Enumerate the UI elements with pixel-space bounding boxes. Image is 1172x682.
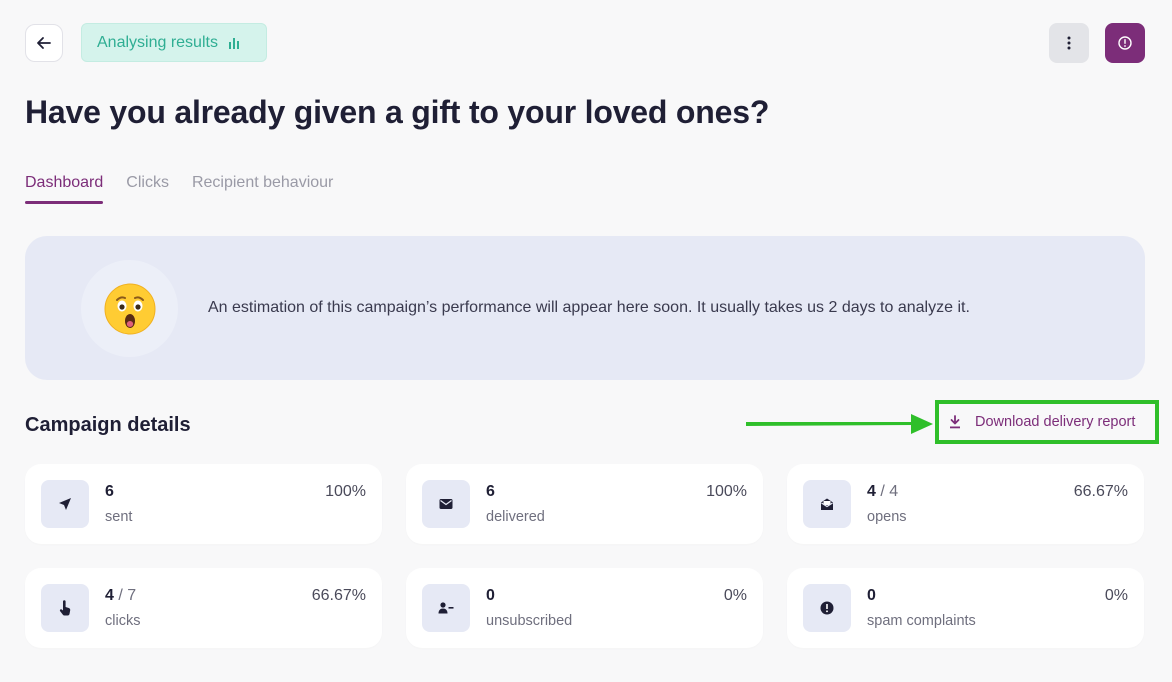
stat-value: 0 xyxy=(486,587,495,604)
open-envelope-icon xyxy=(821,498,833,510)
estimate-message: An estimation of this campaign’s perform… xyxy=(208,299,970,316)
send-icon xyxy=(59,498,71,510)
campaign-details-title: Campaign details xyxy=(25,414,191,436)
more-options-button[interactable] xyxy=(1049,23,1089,63)
stat-card-clicks: 4 / 7 clicks 66.67% xyxy=(25,568,382,648)
status-label: Analysing results xyxy=(97,33,218,51)
emoji-badge xyxy=(81,260,178,357)
pointer-icon xyxy=(59,600,71,616)
alert-icon xyxy=(820,601,834,615)
stat-label: opens xyxy=(867,509,907,525)
stat-label: clicks xyxy=(105,613,141,629)
stat-value: 6 xyxy=(105,483,114,500)
stat-value: 0 xyxy=(867,587,876,604)
page-title: Have you already given a gift to your lo… xyxy=(25,94,770,130)
stat-value: 4 / 4 xyxy=(867,483,899,500)
performance-estimate-banner: An estimation of this campaign’s perform… xyxy=(25,236,1145,380)
stat-percent: 100% xyxy=(706,483,747,500)
stat-percent: 66.67% xyxy=(311,587,366,604)
stat-card-spam-complaints: 0 spam complaints 0% xyxy=(787,568,1144,648)
stat-card-opens: 4 / 4 opens 66.67% xyxy=(787,464,1144,544)
astonished-face-icon xyxy=(104,283,155,334)
stat-card-sent: 6 sent 100% xyxy=(25,464,382,544)
stat-label: unsubscribed xyxy=(486,613,573,629)
kebab-menu-icon xyxy=(1067,36,1071,50)
stat-icon-box xyxy=(422,584,470,632)
tab-bar: Dashboard Clicks Recipient behaviour xyxy=(25,174,333,204)
stat-icon-box xyxy=(803,480,851,528)
stat-label: sent xyxy=(105,509,133,525)
stat-label: delivered xyxy=(486,509,545,525)
stat-percent: 0% xyxy=(723,587,747,604)
tab-clicks[interactable]: Clicks xyxy=(126,174,169,202)
stat-value: 6 xyxy=(486,483,495,500)
stat-value: 4 / 7 xyxy=(105,587,137,604)
stat-label: spam complaints xyxy=(867,613,976,629)
annotation-arrow xyxy=(746,414,933,434)
stat-icon-box xyxy=(803,584,851,632)
stat-card-delivered: 6 delivered 100% xyxy=(406,464,763,544)
stat-percent: 0% xyxy=(1104,587,1128,604)
stat-percent: 100% xyxy=(325,483,366,500)
download-delivery-report-link[interactable]: Download delivery report xyxy=(935,400,1159,444)
tab-recipient-behaviour[interactable]: Recipient behaviour xyxy=(192,174,333,202)
info-icon xyxy=(1118,36,1132,50)
envelope-icon xyxy=(439,499,453,509)
stat-icon-box xyxy=(41,584,89,632)
stat-percent: 66.67% xyxy=(1073,483,1128,500)
stat-card-unsubscribed: 0 unsubscribed 0% xyxy=(406,568,763,648)
tab-dashboard[interactable]: Dashboard xyxy=(25,174,104,204)
stat-icon-box xyxy=(41,480,89,528)
info-button[interactable] xyxy=(1105,23,1145,63)
analysing-status-badge: Analysing results xyxy=(81,23,267,62)
stat-icon-box xyxy=(422,480,470,528)
download-icon xyxy=(950,415,960,429)
user-minus-icon xyxy=(438,602,454,614)
arrow-left-icon xyxy=(37,37,51,49)
back-button[interactable] xyxy=(25,24,63,62)
bar-chart-icon xyxy=(228,37,239,49)
download-label: Download delivery report xyxy=(975,414,1136,430)
